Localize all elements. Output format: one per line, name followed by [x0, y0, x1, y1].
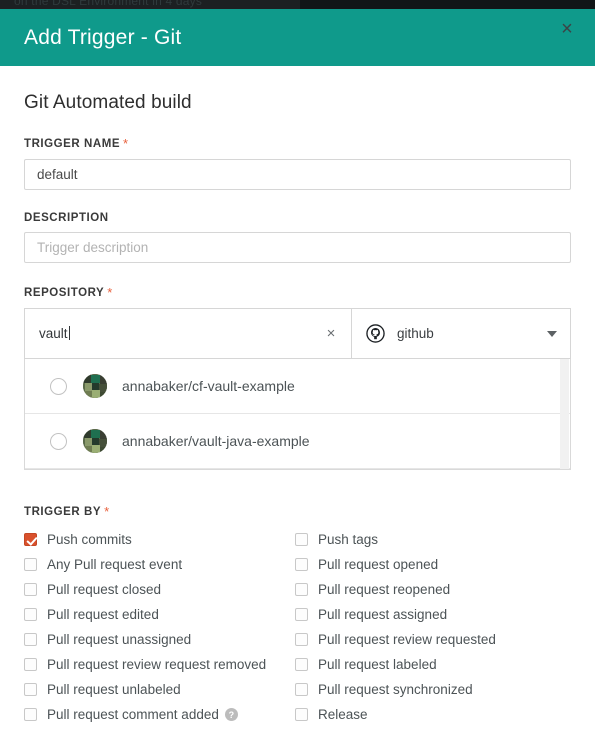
help-icon[interactable]: ?: [224, 708, 238, 721]
checkbox-row-pull-request-reopened[interactable]: Pull request reopened: [295, 577, 566, 602]
trigger-by-group: TRIGGER BY * Push commits Any Pull reques…: [24, 504, 571, 727]
checkbox-label: Pull request opened: [318, 557, 439, 572]
provider-label: github: [397, 326, 434, 341]
checkbox-pull-request-edited[interactable]: [24, 608, 37, 621]
checkbox-pull-request-unassigned[interactable]: [24, 633, 37, 646]
checkbox-row-pull-request-review-request-removed[interactable]: Pull request review request removed: [24, 652, 295, 677]
trigger-by-right-column: Push tags Pull request opened Pull reque…: [295, 527, 566, 727]
required-marker: *: [123, 136, 129, 151]
repository-label-text: REPOSITORY: [24, 287, 105, 299]
trigger-name-field-group: TRIGGER NAME *: [24, 136, 571, 190]
checkbox-label: Pull request comment added: [47, 707, 219, 722]
screen: on the DSL Environment in 4 days Add Tri…: [0, 0, 595, 740]
repository-radio[interactable]: [50, 432, 67, 450]
chevron-down-icon: [547, 330, 557, 337]
repository-field-group: REPOSITORY * vault × github annabaker/cf…: [24, 285, 571, 470]
checkbox-row-pull-request-unlabeled[interactable]: Pull request unlabeled: [24, 677, 295, 702]
results-scrollbar[interactable]: [560, 359, 569, 469]
checkbox-row-pull-request-labeled[interactable]: Pull request labeled: [295, 652, 566, 677]
required-marker: *: [107, 285, 113, 300]
checkbox-pull-request-unlabeled[interactable]: [24, 683, 37, 696]
trigger-name-label: TRIGGER NAME *: [24, 136, 571, 151]
repository-row: vault × github: [24, 308, 571, 359]
page-title: Git Automated build: [24, 92, 192, 113]
list-item[interactable]: annabaker/vault-java-example: [25, 414, 570, 469]
checkbox-label: Pull request synchronized: [318, 682, 473, 697]
repository-search-input[interactable]: vault: [25, 326, 70, 341]
checkbox-label: Any Pull request event: [47, 557, 183, 572]
checkbox-row-pull-request-closed[interactable]: Pull request closed: [24, 577, 295, 602]
github-icon: [366, 324, 385, 343]
checkbox-pull-request-opened[interactable]: [295, 558, 308, 571]
checkbox-pull-request-review-requested[interactable]: [295, 633, 308, 646]
checkbox-row-pull-request-edited[interactable]: Pull request edited: [24, 602, 295, 627]
modal-body: Git Automated build TRIGGER NAME* DESCRI…: [0, 66, 595, 727]
checkbox-pull-request-comment-added[interactable]: [24, 708, 37, 721]
checkbox-label: Pull request unassigned: [47, 632, 192, 647]
checkbox-any-pull-request-event[interactable]: [24, 558, 37, 571]
background-clipped-text: on the DSL Environment in 4 days: [14, 0, 203, 8]
checkbox-push-commits[interactable]: [24, 533, 37, 546]
checkbox-push-tags[interactable]: [295, 533, 308, 546]
avatar: [83, 374, 107, 398]
checkbox-label: Pull request review requested: [318, 632, 496, 647]
modal-title: Add Trigger - Git: [24, 25, 182, 49]
checkbox-pull-request-labeled[interactable]: [295, 658, 308, 671]
checkbox-pull-request-synchronized[interactable]: [295, 683, 308, 696]
text-cursor: [68, 326, 70, 340]
checkbox-row-pull-request-review-requested[interactable]: Pull request review requested: [295, 627, 566, 652]
checkbox-row-release[interactable]: Release: [295, 702, 566, 727]
checkbox-row-pull-request-comment-added[interactable]: Pull request comment added ?: [24, 702, 295, 727]
checkbox-row-pull-request-synchronized[interactable]: Pull request synchronized: [295, 677, 566, 702]
clear-icon[interactable]: ×: [321, 324, 341, 344]
checkbox-label: Pull request unlabeled: [47, 682, 181, 697]
checkbox-row-push-tags[interactable]: Push tags: [295, 527, 566, 552]
list-item[interactable]: annabaker/cf-vault-example: [25, 359, 570, 414]
trigger-name-label-text: TRIGGER NAME: [24, 138, 121, 150]
trigger-by-label: TRIGGER BY *: [24, 504, 571, 519]
repository-name: annabaker/vault-java-example: [122, 433, 310, 449]
trigger-by-left-column: Push commits Any Pull request event Pull…: [24, 527, 295, 727]
close-icon[interactable]: ×: [553, 15, 581, 43]
description-label-text: DESCRIPTION: [24, 212, 109, 224]
checkbox-row-pull-request-unassigned[interactable]: Pull request unassigned: [24, 627, 295, 652]
checkbox-label: Push tags: [318, 532, 379, 547]
repository-label: REPOSITORY *: [24, 285, 571, 300]
background-panel: [300, 0, 595, 9]
trigger-by-checkbox-grid: Push commits Any Pull request event Pull…: [24, 527, 571, 727]
description-field-group: DESCRIPTION: [24, 212, 571, 263]
checkbox-pull-request-review-request-removed[interactable]: [24, 658, 37, 671]
checkbox-row-push-commits[interactable]: Push commits: [24, 527, 295, 552]
add-trigger-modal: Add Trigger - Git × Git Automated build …: [0, 9, 595, 740]
checkbox-pull-request-closed[interactable]: [24, 583, 37, 596]
checkbox-pull-request-assigned[interactable]: [295, 608, 308, 621]
background-page: on the DSL Environment in 4 days: [0, 0, 595, 9]
checkbox-label: Pull request review request removed: [47, 657, 267, 672]
trigger-by-label-text: TRIGGER BY: [24, 506, 102, 518]
description-input[interactable]: [24, 232, 571, 263]
checkbox-release[interactable]: [295, 708, 308, 721]
checkbox-label: Pull request edited: [47, 607, 159, 622]
repository-radio[interactable]: [50, 377, 67, 395]
checkbox-label: Pull request reopened: [318, 582, 451, 597]
checkbox-label: Push commits: [47, 532, 132, 547]
checkbox-label: Pull request closed: [47, 582, 162, 597]
avatar: [83, 429, 107, 453]
checkbox-row-pull-request-assigned[interactable]: Pull request assigned: [295, 602, 566, 627]
checkbox-label: Pull request labeled: [318, 657, 437, 672]
repository-name: annabaker/cf-vault-example: [122, 378, 295, 394]
repository-search-value: vault: [39, 326, 68, 341]
description-label: DESCRIPTION: [24, 212, 571, 224]
repository-results-list: annabaker/cf-vault-example annabaker/vau…: [24, 359, 571, 470]
trigger-name-input[interactable]: [24, 159, 571, 190]
repository-search[interactable]: vault ×: [24, 308, 351, 359]
modal-header: Add Trigger - Git ×: [0, 9, 595, 66]
checkbox-label: Release: [318, 707, 368, 722]
checkbox-pull-request-reopened[interactable]: [295, 583, 308, 596]
checkbox-row-any-pull-request-event[interactable]: Any Pull request event: [24, 552, 295, 577]
provider-select[interactable]: github: [351, 308, 571, 359]
checkbox-label: Pull request assigned: [318, 607, 448, 622]
checkbox-row-pull-request-opened[interactable]: Pull request opened: [295, 552, 566, 577]
required-marker: *: [104, 504, 110, 519]
